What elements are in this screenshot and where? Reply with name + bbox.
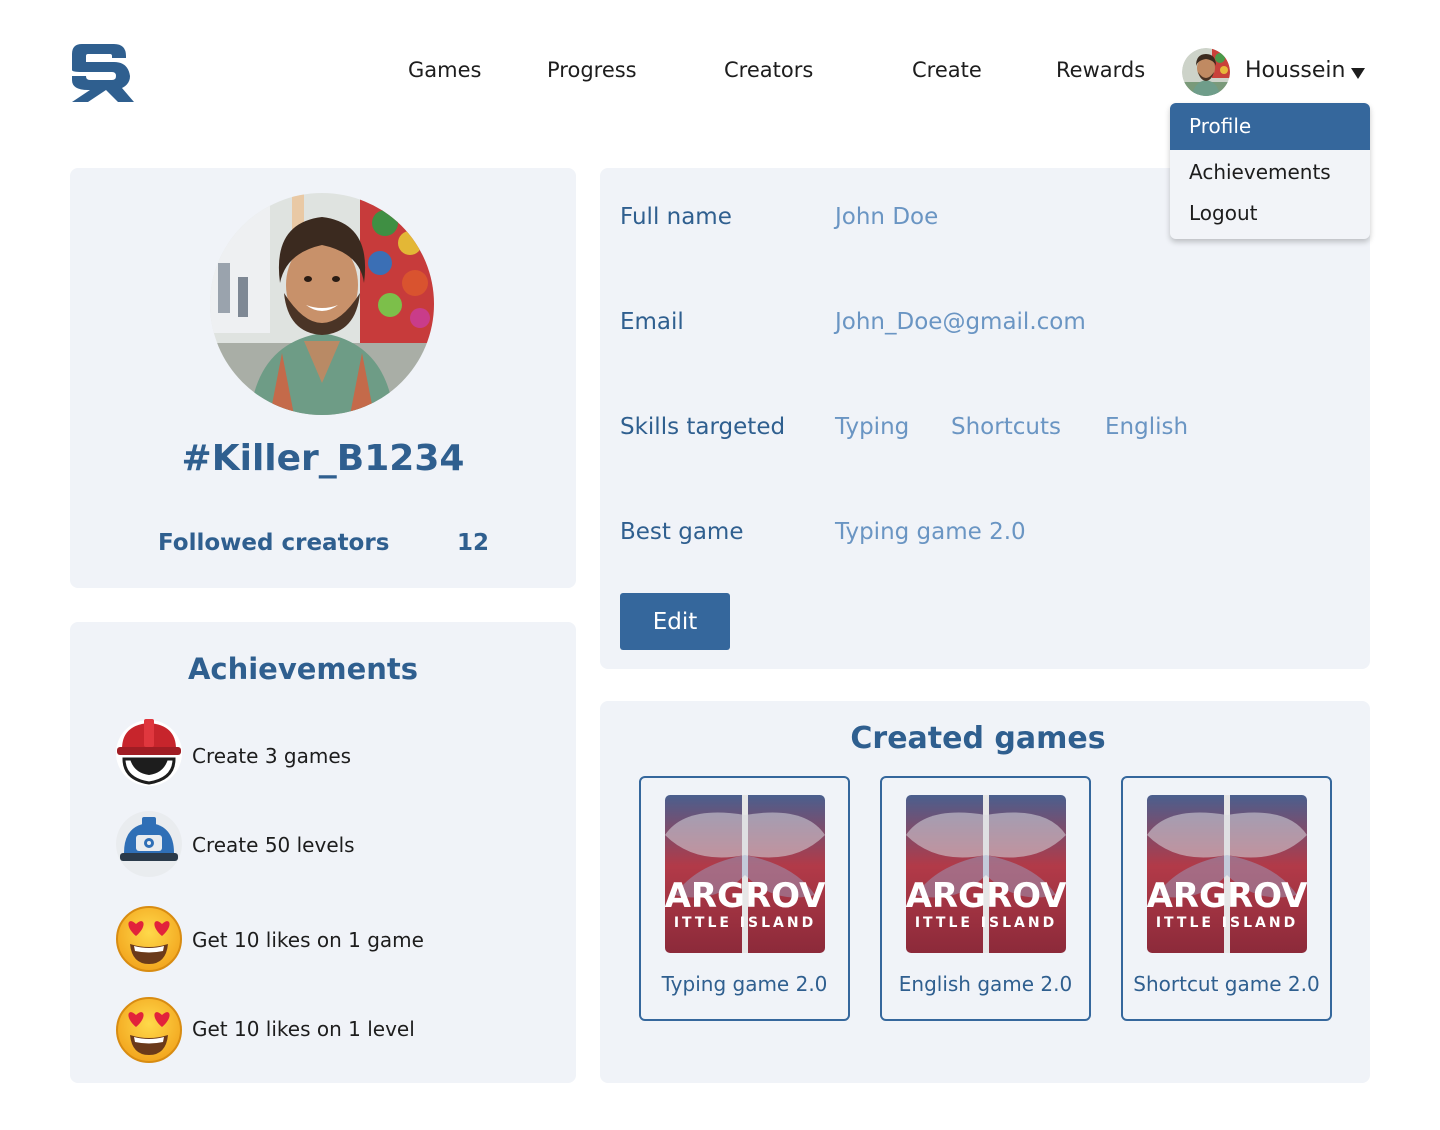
nav-progress[interactable]: Progress	[547, 58, 637, 82]
cover-subtitle-text: ITTLE ISLAND	[674, 915, 816, 931]
skills-label: Skills targeted	[620, 414, 786, 440]
cover-subtitle-text: ITTLE ISLAND	[1156, 915, 1298, 931]
game-name: English game 2.0	[898, 972, 1073, 996]
heart-eyes-emoji-icon	[114, 904, 184, 974]
nav-games[interactable]: Games	[408, 58, 481, 82]
edit-button[interactable]: Edit	[620, 593, 730, 650]
followed-creators-count[interactable]: 12	[457, 530, 489, 556]
profile-photo	[210, 193, 434, 415]
full-name-value: John Doe	[835, 204, 939, 230]
game-name: Shortcut game 2.0	[1133, 972, 1320, 996]
nav-rewards[interactable]: Rewards	[1056, 58, 1145, 82]
menu-item-achievements[interactable]: Achievements	[1170, 150, 1370, 191]
cover-subtitle-text: ITTLE ISLAND	[915, 915, 1057, 931]
cover-title-text: ARGROV	[1147, 876, 1307, 916]
achievements-title: Achievements	[187, 652, 419, 686]
chevron-down-icon[interactable]	[1351, 68, 1365, 79]
user-dropdown-menu: Profile Achievements Logout	[1170, 103, 1370, 239]
user-menu-toggle[interactable]: Houssein	[1245, 58, 1345, 83]
game-name: Typing game 2.0	[661, 972, 828, 996]
skill-tag: English	[1105, 414, 1189, 440]
skill-tag: Shortcuts	[951, 414, 1061, 440]
game-card[interactable]: ARGROV ITTLE ISLAND Typing game 2.0	[639, 776, 850, 1021]
blue-hard-hat-icon	[114, 809, 184, 879]
nav-creators[interactable]: Creators	[724, 58, 813, 82]
heart-eyes-emoji-icon	[114, 995, 184, 1065]
followed-creators-label[interactable]: Followed creators	[158, 530, 389, 556]
email-value: John_Doe@gmail.com	[835, 309, 1086, 335]
best-game-label: Best game	[620, 519, 744, 545]
achievement-label: Get 10 likes on 1 level	[192, 1017, 415, 1041]
profile-username: #Killer_B1234	[181, 438, 465, 479]
game-card[interactable]: ARGROV ITTLE ISLAND English game 2.0	[880, 776, 1091, 1021]
best-game-value[interactable]: Typing game 2.0	[835, 519, 1026, 545]
full-name-label: Full name	[620, 204, 732, 230]
game-cover-image: ARGROV ITTLE ISLAND	[1147, 795, 1307, 953]
game-cover-image: ARGROV ITTLE ISLAND	[665, 795, 825, 953]
profile-card: #Killer_B1234 Followed creators 12	[70, 168, 576, 588]
created-games-title: Created games	[850, 721, 1106, 756]
achievement-label: Get 10 likes on 1 game	[192, 928, 424, 952]
cover-title-text: ARGROV	[665, 876, 825, 916]
profile-info-card: Full name John Doe Email John_Doe@gmail.…	[600, 168, 1370, 669]
achievements-card: Achievements Create 3 games Create 50 le…	[70, 622, 576, 1083]
achievement-label: Create 50 levels	[192, 833, 355, 857]
nav-create[interactable]: Create	[912, 58, 982, 82]
brand-logo[interactable]	[68, 40, 136, 104]
created-games-card: Created games ARGROV ITTLE ISLAND Typing…	[600, 701, 1370, 1083]
menu-item-logout[interactable]: Logout	[1170, 191, 1370, 232]
game-cover-image: ARGROV ITTLE ISLAND	[906, 795, 1066, 953]
red-hard-hat-icon	[114, 717, 184, 787]
cover-title-text: ARGROV	[906, 876, 1066, 916]
user-avatar[interactable]	[1182, 48, 1230, 96]
game-card[interactable]: ARGROV ITTLE ISLAND Shortcut game 2.0	[1121, 776, 1332, 1021]
achievement-label: Create 3 games	[192, 744, 352, 768]
skill-tag: Typing	[835, 414, 910, 440]
email-label: Email	[620, 309, 684, 335]
menu-item-profile[interactable]: Profile	[1170, 103, 1370, 150]
